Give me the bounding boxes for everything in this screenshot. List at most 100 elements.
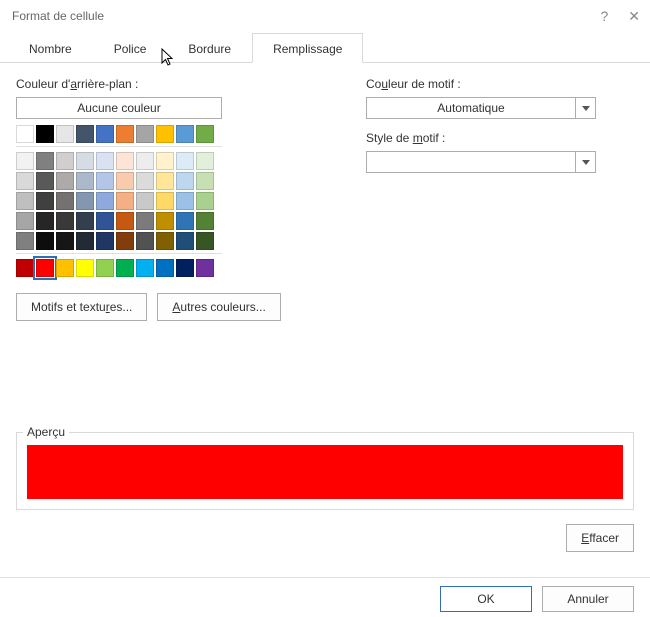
- color-swatch[interactable]: [76, 259, 94, 277]
- fill-effects-button[interactable]: Motifs et textures...: [16, 293, 147, 321]
- color-swatch[interactable]: [176, 192, 194, 210]
- color-swatch[interactable]: [56, 125, 74, 143]
- color-swatch[interactable]: [56, 152, 74, 170]
- color-swatch[interactable]: [36, 259, 54, 277]
- color-swatch[interactable]: [36, 172, 54, 190]
- color-swatch[interactable]: [136, 232, 154, 250]
- pattern-style-label: Style de motif :: [366, 131, 634, 145]
- color-swatch[interactable]: [16, 152, 34, 170]
- color-swatch[interactable]: [76, 152, 94, 170]
- clear-button[interactable]: Effacer: [566, 524, 634, 552]
- color-swatch[interactable]: [136, 259, 154, 277]
- color-swatch[interactable]: [56, 192, 74, 210]
- color-swatch[interactable]: [196, 212, 214, 230]
- color-swatch[interactable]: [36, 192, 54, 210]
- color-swatch[interactable]: [156, 125, 174, 143]
- color-swatch[interactable]: [56, 172, 74, 190]
- color-swatch[interactable]: [96, 259, 114, 277]
- color-swatch[interactable]: [156, 192, 174, 210]
- color-swatch[interactable]: [96, 192, 114, 210]
- color-swatch[interactable]: [116, 172, 134, 190]
- color-swatch[interactable]: [96, 172, 114, 190]
- color-swatch[interactable]: [16, 172, 34, 190]
- chevron-down-icon: [575, 152, 595, 172]
- color-swatch[interactable]: [196, 125, 214, 143]
- close-icon[interactable]: ✕: [628, 8, 640, 25]
- color-swatch[interactable]: [156, 232, 174, 250]
- color-swatch[interactable]: [56, 212, 74, 230]
- color-swatch[interactable]: [16, 212, 34, 230]
- palette-separator: [16, 146, 222, 147]
- color-swatch[interactable]: [136, 212, 154, 230]
- pattern-style-value: [367, 152, 575, 172]
- color-swatch[interactable]: [156, 172, 174, 190]
- bg-color-label: Couleur d'arrière-plan :: [16, 77, 346, 91]
- more-colors-button[interactable]: Autres couleurs...: [157, 293, 280, 321]
- palette-separator: [16, 253, 222, 254]
- color-swatch[interactable]: [76, 172, 94, 190]
- color-swatch[interactable]: [96, 232, 114, 250]
- color-swatch[interactable]: [116, 152, 134, 170]
- color-swatch[interactable]: [36, 125, 54, 143]
- color-swatch[interactable]: [116, 232, 134, 250]
- preview-label: Aperçu: [23, 425, 69, 439]
- color-swatch[interactable]: [116, 259, 134, 277]
- color-swatch[interactable]: [196, 259, 214, 277]
- color-swatch[interactable]: [76, 232, 94, 250]
- color-swatch[interactable]: [116, 212, 134, 230]
- no-color-button[interactable]: Aucune couleur: [16, 97, 222, 119]
- titlebar: Format de cellule ? ✕: [0, 0, 650, 32]
- color-swatch[interactable]: [196, 152, 214, 170]
- color-swatch[interactable]: [176, 212, 194, 230]
- color-swatch[interactable]: [176, 125, 194, 143]
- color-swatch[interactable]: [156, 259, 174, 277]
- color-swatch[interactable]: [16, 232, 34, 250]
- color-swatch[interactable]: [196, 232, 214, 250]
- color-swatch[interactable]: [96, 212, 114, 230]
- color-swatch[interactable]: [176, 259, 194, 277]
- pattern-color-combo[interactable]: Automatique: [366, 97, 596, 119]
- color-swatch[interactable]: [76, 192, 94, 210]
- preview-swatch: [27, 445, 623, 499]
- color-swatch[interactable]: [76, 125, 94, 143]
- chevron-down-icon: [575, 98, 595, 118]
- color-swatch[interactable]: [116, 125, 134, 143]
- tab-bar: Nombre Police Bordure Remplissage: [0, 32, 650, 63]
- ok-button[interactable]: OK: [440, 586, 532, 612]
- color-swatch[interactable]: [196, 172, 214, 190]
- color-swatch[interactable]: [56, 232, 74, 250]
- pattern-color-value: Automatique: [367, 98, 575, 118]
- color-swatch[interactable]: [156, 152, 174, 170]
- color-swatch[interactable]: [96, 125, 114, 143]
- color-swatch[interactable]: [16, 125, 34, 143]
- color-swatch[interactable]: [156, 212, 174, 230]
- tab-bordure[interactable]: Bordure: [167, 33, 252, 63]
- color-swatch[interactable]: [176, 232, 194, 250]
- pattern-style-combo[interactable]: [366, 151, 596, 173]
- color-swatch[interactable]: [136, 192, 154, 210]
- cancel-button[interactable]: Annuler: [542, 586, 634, 612]
- color-swatch[interactable]: [36, 212, 54, 230]
- color-swatch[interactable]: [116, 192, 134, 210]
- color-swatch[interactable]: [176, 152, 194, 170]
- tab-police[interactable]: Police: [93, 33, 168, 63]
- color-swatch[interactable]: [16, 259, 34, 277]
- color-swatch[interactable]: [56, 259, 74, 277]
- color-swatch[interactable]: [176, 172, 194, 190]
- color-swatch[interactable]: [136, 152, 154, 170]
- color-swatch[interactable]: [136, 125, 154, 143]
- color-swatch[interactable]: [36, 232, 54, 250]
- color-palette: [16, 125, 346, 277]
- tab-nombre[interactable]: Nombre: [8, 33, 93, 63]
- color-swatch[interactable]: [196, 192, 214, 210]
- color-swatch[interactable]: [136, 172, 154, 190]
- pattern-color-label: Couleur de motif :: [366, 77, 634, 91]
- help-icon[interactable]: ?: [600, 8, 608, 24]
- color-swatch[interactable]: [36, 152, 54, 170]
- preview-group: Aperçu: [16, 432, 634, 510]
- color-swatch[interactable]: [16, 192, 34, 210]
- tab-remplissage[interactable]: Remplissage: [252, 33, 363, 63]
- footer-separator: [0, 577, 650, 578]
- color-swatch[interactable]: [96, 152, 114, 170]
- color-swatch[interactable]: [76, 212, 94, 230]
